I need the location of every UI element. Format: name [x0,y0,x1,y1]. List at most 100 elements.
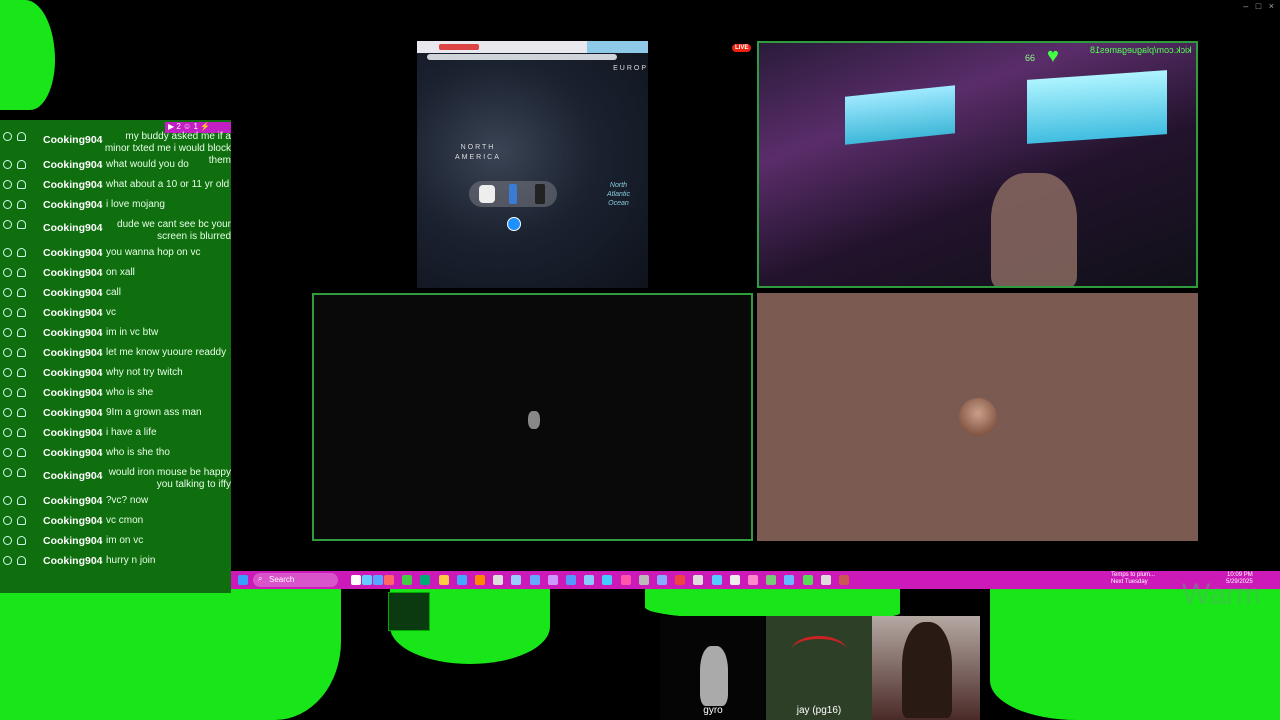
chat-user-icon[interactable] [17,308,26,317]
taskbar-app-icon[interactable] [493,575,504,585]
chat-username[interactable]: Cooking904 [43,199,103,211]
chat-user-icon[interactable] [17,132,26,141]
chat-mod-icon[interactable] [3,160,12,169]
taskbar-app-icon[interactable] [820,575,831,585]
taskbar-app-icon[interactable] [620,575,631,585]
chat-mod-icon[interactable] [3,468,12,477]
taskbar-app-icon[interactable] [784,575,795,585]
taskbar-app-icon[interactable] [766,575,777,585]
chat-username[interactable]: Cooking904 [43,134,103,146]
participant-tile-brown[interactable] [757,293,1198,541]
taskbar-app-icon[interactable] [511,575,522,585]
chat-user-icon[interactable] [17,448,26,457]
chat-username[interactable]: Cooking904 [43,535,103,547]
taskbar-app-icon[interactable] [351,575,361,585]
chat-mod-icon[interactable] [3,496,12,505]
chat-username[interactable]: Cooking904 [43,495,103,507]
chat-user-icon[interactable] [17,368,26,377]
taskbar-app-icon[interactable] [693,575,704,585]
taskbar-app-icon[interactable] [384,575,394,585]
chat-mod-icon[interactable] [3,428,12,437]
weather-widget[interactable]: Temps to plum... Next Tuesday [1111,572,1155,586]
taskbar-app-icon[interactable] [456,575,467,585]
participant-tile-dark[interactable] [312,293,753,541]
chat-username[interactable]: Cooking904 [43,247,103,259]
chat-username[interactable]: Cooking904 [43,347,103,359]
chat-mod-icon[interactable] [3,200,12,209]
taskbar-app-icon[interactable] [675,575,686,585]
chat-user-icon[interactable] [17,536,26,545]
chat-mod-icon[interactable] [3,388,12,397]
taskbar-app-icon[interactable] [420,575,431,585]
chat-username[interactable]: Cooking904 [43,179,103,191]
taskbar-app-icon[interactable] [438,575,449,585]
chat-mod-icon[interactable] [3,180,12,189]
chat-mod-icon[interactable] [3,368,12,377]
taskbar-app-icon[interactable] [475,575,485,585]
chat-mod-icon[interactable] [3,288,12,297]
chat-user-icon[interactable] [17,328,26,337]
chat-username[interactable]: Cooking904 [43,287,103,299]
home-location-icon[interactable] [507,217,521,231]
taskbar-app-icon[interactable] [657,575,667,585]
chat-username[interactable]: Cooking904 [43,555,103,567]
chat-user-icon[interactable] [17,408,26,417]
chat-username[interactable]: Cooking904 [43,367,103,379]
chat-username[interactable]: Cooking904 [43,267,103,279]
chat-user-icon[interactable] [17,428,26,437]
chat-user-icon[interactable] [17,388,26,397]
chat-mod-icon[interactable] [3,408,12,417]
chat-mod-icon[interactable] [3,328,12,337]
chat-username[interactable]: Cooking904 [43,387,103,399]
taskbar-app-icon[interactable] [373,575,383,585]
taskbar-app-icon[interactable] [802,575,813,585]
chat-user-icon[interactable] [17,200,26,209]
chat-username[interactable]: Cooking904 [43,159,103,171]
chat-user-icon[interactable] [17,160,26,169]
chat-mod-icon[interactable] [3,308,12,317]
chat-mod-icon[interactable] [3,516,12,525]
chat-user-icon[interactable] [17,468,26,477]
chat-mod-icon[interactable] [3,268,12,277]
airpods-icon[interactable] [479,185,495,203]
taskbar-search[interactable]: ⌕ Search [253,573,338,587]
taskbar-app-icon[interactable] [402,575,413,585]
chat-username[interactable]: Cooking904 [43,470,103,482]
phone-icon[interactable] [509,184,517,204]
start-icon[interactable] [238,575,248,585]
taskbar-app-icon[interactable] [729,575,740,585]
participant-jay[interactable]: jay (pg16) [766,616,872,720]
screen-share-map-tile[interactable]: EUROP NORTH AMERICA North Atlantic Ocean [417,41,648,288]
chat-mod-icon[interactable] [3,556,12,565]
chat-user-icon[interactable] [17,180,26,189]
chat-username[interactable]: Cooking904 [43,427,103,439]
close-button[interactable]: × [1269,1,1274,11]
taskbar-app-icon[interactable] [839,575,849,585]
taskbar-app-icon[interactable] [566,575,576,585]
taskbar-app-icon[interactable] [748,575,758,585]
chat-username[interactable]: Cooking904 [43,222,103,234]
chat-mod-icon[interactable] [3,220,12,229]
participant-gyro[interactable]: gyro [660,616,766,720]
chat-mod-icon[interactable] [3,536,12,545]
chat-user-icon[interactable] [17,556,26,565]
chat-user-icon[interactable] [17,496,26,505]
chat-mod-icon[interactable] [3,248,12,257]
maximize-button[interactable]: □ [1256,1,1261,11]
chat-username[interactable]: Cooking904 [43,307,103,319]
chat-username[interactable]: Cooking904 [43,515,103,527]
chat-user-icon[interactable] [17,288,26,297]
taskbar-app-icon[interactable] [529,575,540,585]
taskbar-app-icon[interactable] [584,575,595,585]
taskbar-app-icon[interactable] [602,575,613,585]
taskbar-app-icon[interactable] [362,575,372,585]
chat-username[interactable]: Cooking904 [43,327,103,339]
chat-mod-icon[interactable] [3,348,12,357]
chat-user-icon[interactable] [17,248,26,257]
device-icon[interactable] [535,184,545,204]
chat-mod-icon[interactable] [3,132,12,141]
chat-user-icon[interactable] [17,516,26,525]
stream-camera-tile[interactable]: kick.com/plaguegames18 ♥ 66 [757,41,1198,288]
chat-user-icon[interactable] [17,348,26,357]
address-bar[interactable] [427,54,617,60]
